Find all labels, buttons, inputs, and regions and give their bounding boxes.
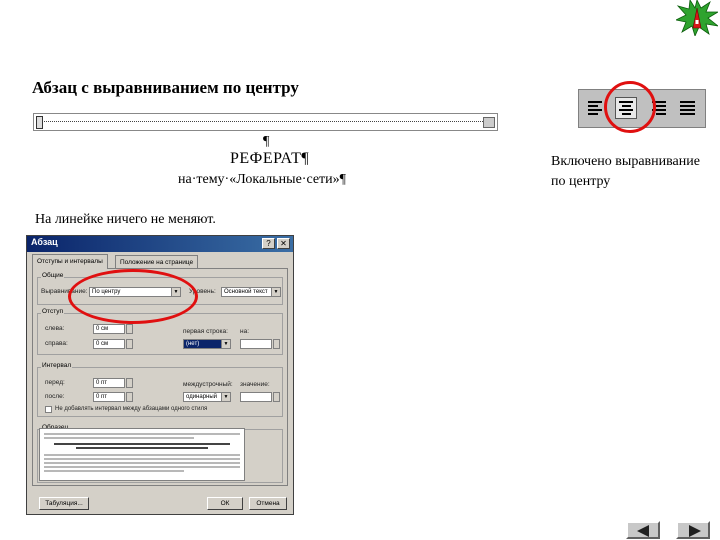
previous-slide-button[interactable] <box>626 521 660 539</box>
line-spacing-label: междустрочный: <box>183 381 233 388</box>
no-space-checkbox-label: Не добавлять интервал между абзацами одн… <box>55 406 208 412</box>
indent-left-input[interactable]: 0 см <box>93 324 125 334</box>
line-value-input[interactable] <box>240 392 272 402</box>
slide-title: Абзац с выравниванием по центру <box>32 78 299 97</box>
cancel-button[interactable]: Отмена <box>249 497 287 510</box>
preview-line <box>44 470 184 472</box>
paragraph-preview <box>39 428 245 481</box>
highlight-ellipse-alignment <box>68 269 198 324</box>
indent-group-label: Отступ <box>41 308 65 315</box>
alignment-note: Включено выравнивание по центру <box>551 154 700 189</box>
dialog-titlebar: Абзац ? ✕ <box>27 236 293 252</box>
next-slide-button[interactable] <box>676 521 710 539</box>
first-line-select[interactable]: (нет) ▼ <box>183 339 231 349</box>
spacing-before-input[interactable]: 0 пт <box>93 378 125 388</box>
no-space-checkbox[interactable] <box>45 406 52 413</box>
spacing-before-stepper[interactable] <box>126 378 133 388</box>
indent-left-label: слева: <box>45 325 65 332</box>
document-heading: РЕФЕРАТ¶ <box>230 150 310 167</box>
preview-line <box>44 462 240 464</box>
level-value: Основной текст <box>224 289 268 295</box>
spacing-after-label: после: <box>45 393 65 400</box>
arrow-left-icon <box>637 525 649 537</box>
spacing-after-input[interactable]: 0 пт <box>93 392 125 402</box>
spacing-after-stepper[interactable] <box>126 392 133 402</box>
tabs-button[interactable]: Табуляция... <box>39 497 89 510</box>
horizontal-ruler[interactable] <box>33 113 498 131</box>
line-value-stepper[interactable] <box>273 392 280 402</box>
first-line-label: первая строка: <box>183 328 228 335</box>
preview-line <box>76 447 208 449</box>
chevron-down-icon: ▼ <box>221 340 230 348</box>
tab-line-page-breaks[interactable]: Положение на странице <box>115 255 199 269</box>
preview-line <box>54 443 230 445</box>
indent-right-stepper[interactable] <box>126 339 133 349</box>
preview-line <box>44 433 240 435</box>
indent-marker[interactable] <box>36 116 43 129</box>
close-icon[interactable]: ✕ <box>277 238 290 249</box>
indent-left-stepper[interactable] <box>126 324 133 334</box>
line-spacing-value: одинарный <box>186 394 218 400</box>
preview-line <box>44 466 240 468</box>
spacing-group-label: Интервал <box>41 362 73 369</box>
ruler-scroll-button[interactable] <box>483 117 495 128</box>
preview-line <box>44 454 240 456</box>
document-subheading: на·тему·«Локальные·сети»¶ <box>178 172 346 187</box>
ruler-scale <box>44 121 487 125</box>
highlight-circle-toolbar <box>604 81 656 133</box>
pilcrow-mark: ¶ <box>263 134 270 149</box>
ok-button[interactable]: ОК <box>207 497 243 510</box>
chevron-down-icon: ▼ <box>271 288 280 296</box>
general-group-label: Общие <box>41 272 65 279</box>
indent-by-label: на: <box>240 328 250 335</box>
preview-line <box>44 437 194 439</box>
line-spacing-select[interactable]: одинарный ▼ <box>183 392 231 402</box>
indent-by-input[interactable] <box>240 339 272 349</box>
line-value-label: значение: <box>240 381 270 388</box>
indent-by-stepper[interactable] <box>273 339 280 349</box>
tab-indents-spacing[interactable]: Отступы и интервалы <box>32 254 108 269</box>
dialog-title: Абзац <box>31 237 58 247</box>
spacing-before-label: перед: <box>45 379 65 386</box>
chevron-down-icon: ▼ <box>221 393 230 401</box>
ruler-note: На линейке ничего не меняют. <box>35 212 216 227</box>
help-button[interactable]: ? <box>262 238 275 249</box>
indent-right-label: справа: <box>45 340 68 347</box>
align-justify-icon[interactable] <box>677 97 699 119</box>
arrow-right-icon <box>689 525 701 537</box>
preview-line <box>44 458 240 460</box>
level-select[interactable]: Основной текст ▼ <box>221 287 281 297</box>
first-line-value: (нет) <box>186 341 200 347</box>
indent-right-input[interactable]: 0 см <box>93 339 125 349</box>
logo-icon <box>674 0 720 38</box>
